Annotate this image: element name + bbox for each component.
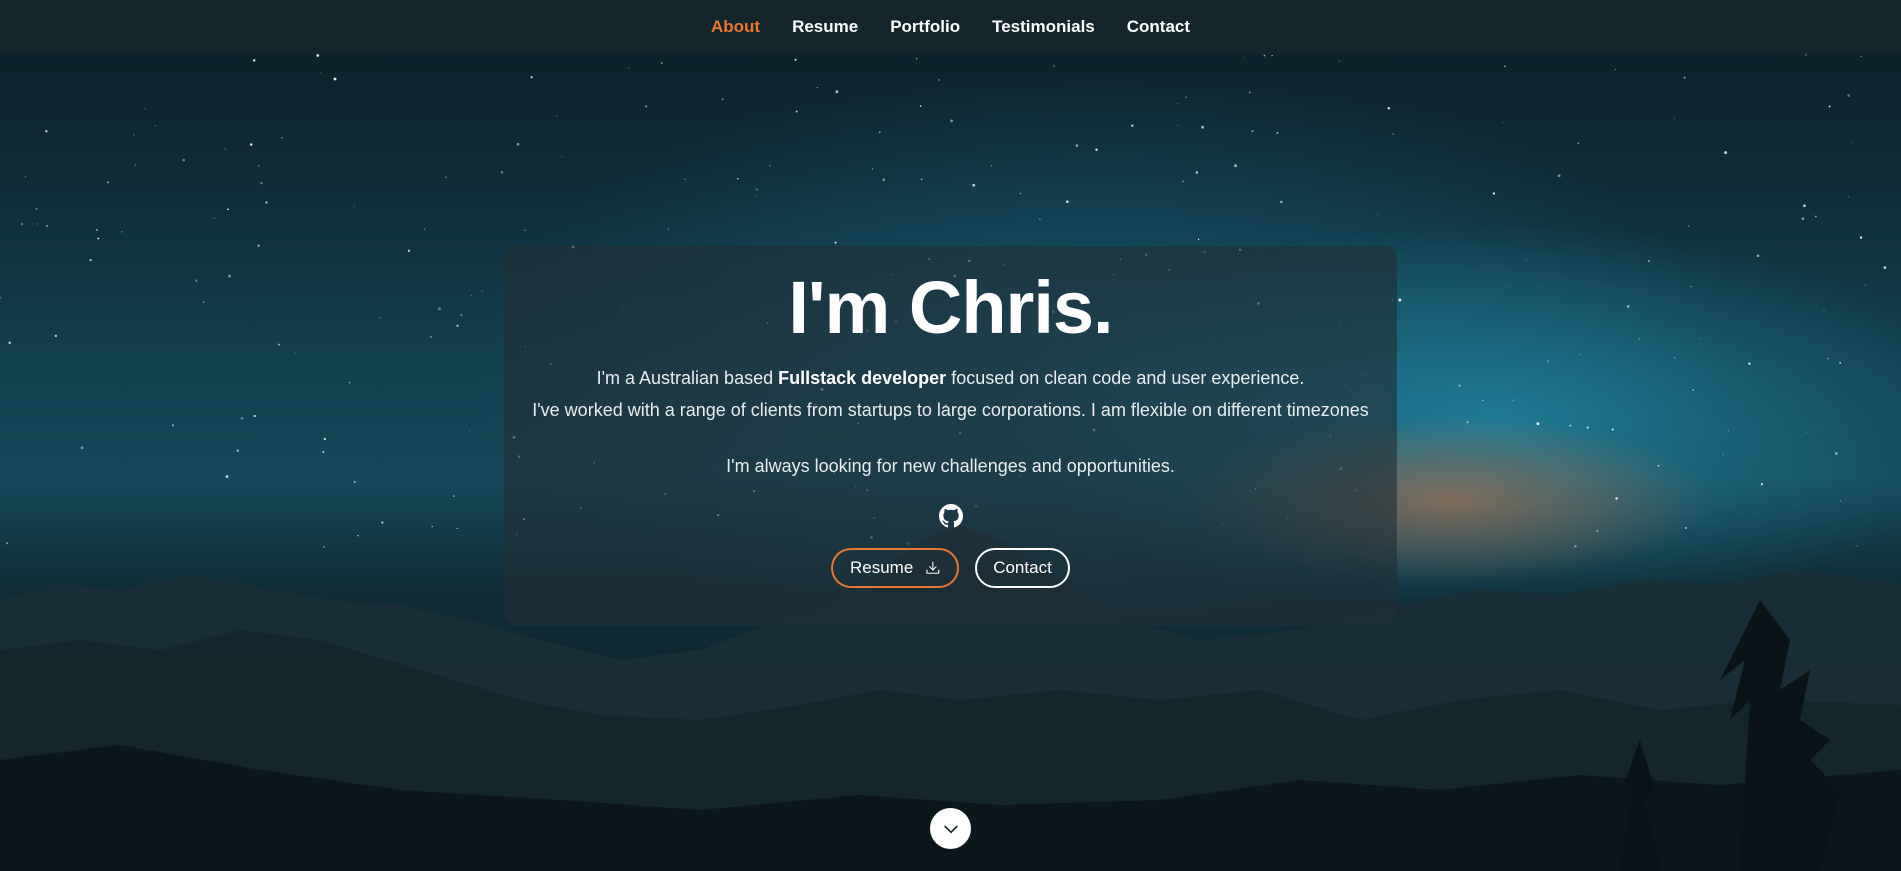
hero-intro-role: Fullstack developer xyxy=(778,368,947,388)
hero-actions: Resume Contact xyxy=(504,548,1397,588)
contact-button-label: Contact xyxy=(993,558,1052,577)
top-navbar: About Resume Portfolio Testimonials Contact xyxy=(0,0,1901,54)
nav-link-contact[interactable]: Contact xyxy=(1127,17,1190,37)
hero-card: I'm Chris. I'm a Australian based Fullst… xyxy=(504,246,1397,626)
page: About Resume Portfolio Testimonials Contact … xyxy=(0,0,1901,871)
download-icon xyxy=(926,561,940,574)
github-icon[interactable] xyxy=(938,504,963,528)
resume-download-button[interactable]: Resume xyxy=(831,548,959,588)
nav-link-testimonials[interactable]: Testimonials xyxy=(992,17,1095,37)
hero-clients-line: I've worked with a range of clients from… xyxy=(532,400,1369,420)
resume-button-label: Resume xyxy=(850,558,914,577)
nav-link-portfolio[interactable]: Portfolio xyxy=(890,17,960,37)
hero-opportunities-line: I'm always looking for new challenges an… xyxy=(726,456,1175,476)
chevron-down-icon xyxy=(943,825,958,833)
hero-intro-line: I'm a Australian based Fullstack develop… xyxy=(504,362,1397,394)
contact-button[interactable]: Contact xyxy=(975,548,1070,588)
nav-link-about[interactable]: About xyxy=(711,17,760,37)
hero-intro-text-after: focused on clean code and user experienc… xyxy=(946,368,1305,388)
nav-link-resume[interactable]: Resume xyxy=(792,17,858,37)
hero-title: I'm Chris. xyxy=(788,266,1113,349)
scroll-down-button[interactable] xyxy=(930,808,971,849)
hero-intro-text-before: I'm a Australian based xyxy=(596,368,779,388)
